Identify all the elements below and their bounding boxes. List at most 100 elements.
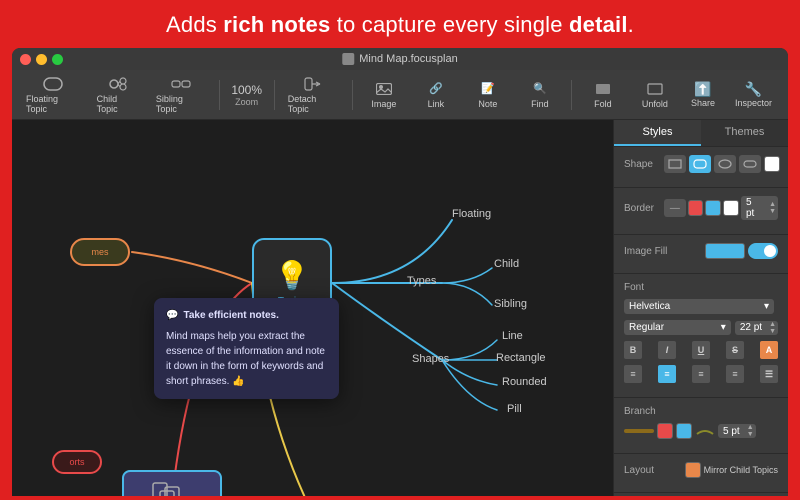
title-bar: Mind Map.focusplan bbox=[12, 48, 788, 70]
branch-line-style[interactable] bbox=[624, 429, 654, 433]
shape-row: Shape bbox=[624, 155, 778, 173]
shape-rounded-btn[interactable] bbox=[689, 155, 711, 173]
rectangle-label: Rectangle bbox=[496, 352, 546, 364]
pill-label: Pill bbox=[507, 403, 522, 415]
rounded-shapes-label: Rounded bbox=[502, 376, 547, 388]
inspector-button[interactable]: 🔧 Inspector bbox=[727, 78, 780, 111]
image-fill-section: Image Fill bbox=[614, 235, 788, 274]
shape-rect-btn[interactable] bbox=[664, 155, 686, 173]
font-style-row: Regular ▾ 22 pt ▲ ▼ bbox=[624, 320, 778, 335]
toolbar: Floating Topic Child Topic bbox=[12, 70, 788, 120]
shape-circle-btn[interactable] bbox=[714, 155, 736, 173]
share-button[interactable]: ⬆️ Share bbox=[683, 78, 723, 111]
zoom-button[interactable]: 100% Zoom bbox=[227, 80, 267, 110]
mindmap-canvas[interactable]: mes 💡 Topics Floating Types Child Siblin… bbox=[12, 120, 613, 496]
border-color-swatch[interactable] bbox=[688, 200, 704, 216]
branch-up[interactable]: ▲ bbox=[745, 424, 756, 431]
branch-controls-row: 5 pt ▲ ▼ bbox=[624, 423, 778, 439]
italic-button[interactable]: I bbox=[658, 341, 676, 359]
font-size-down[interactable]: ▼ bbox=[767, 328, 778, 335]
traffic-lights bbox=[20, 54, 63, 65]
child-topic-button[interactable]: Child Topic bbox=[91, 73, 146, 117]
header-banner: Adds rich notes to capture every single … bbox=[0, 0, 800, 48]
branch-color-red[interactable] bbox=[657, 423, 673, 439]
strikethrough-button[interactable]: S bbox=[726, 341, 744, 359]
types-label: Types bbox=[407, 275, 436, 287]
font-label-row: Font bbox=[624, 282, 778, 293]
branch-size-stepper[interactable]: 5 pt ▲ ▼ bbox=[718, 424, 756, 438]
find-button[interactable]: 🔍 Find bbox=[516, 78, 564, 112]
branch-size-arrows: ▲ ▼ bbox=[745, 424, 756, 438]
image-fill-label: Image Fill bbox=[624, 246, 667, 257]
underline-button[interactable]: U bbox=[692, 341, 710, 359]
border-controls: — 5 pt ▲ ▼ bbox=[664, 196, 778, 220]
link-icon: 🔗 bbox=[426, 81, 446, 97]
font-label: Font bbox=[624, 282, 664, 293]
border-section: Border — 5 pt ▲ ▼ bbox=[614, 188, 788, 235]
branch-down[interactable]: ▼ bbox=[745, 431, 756, 438]
font-size-stepper[interactable]: 22 pt ▲ ▼ bbox=[735, 321, 778, 335]
align-justify-button[interactable]: ≡ bbox=[726, 365, 744, 383]
image-fill-toggle[interactable] bbox=[748, 243, 778, 259]
note-popup: 💬 Take efficient notes. Mind maps help y… bbox=[154, 298, 339, 399]
note-button[interactable]: 📝 Note bbox=[464, 78, 512, 112]
layout-label: Layout bbox=[624, 465, 664, 476]
note-icon: 📝 bbox=[478, 81, 498, 97]
close-button[interactable] bbox=[20, 54, 31, 65]
branch-label-row: Branch bbox=[624, 406, 778, 417]
sibling-topic-button[interactable]: Sibling Topic bbox=[150, 73, 212, 117]
inspector-panel: Styles Themes Shape bbox=[613, 120, 788, 496]
shape-section: Shape bbox=[614, 147, 788, 188]
stepper-arrows: ▲ ▼ bbox=[767, 201, 778, 215]
tab-themes[interactable]: Themes bbox=[701, 120, 788, 146]
layout-controls: Mirror Child Topics bbox=[685, 462, 778, 478]
image-button[interactable]: Image bbox=[360, 78, 408, 112]
tab-styles[interactable]: Styles bbox=[614, 120, 701, 146]
stepper-down[interactable]: ▼ bbox=[767, 208, 778, 215]
stepper-up[interactable]: ▲ bbox=[767, 201, 778, 208]
font-family-dropdown[interactable]: Helvetica ▾ bbox=[624, 299, 774, 314]
border-row: Border — 5 pt ▲ ▼ bbox=[624, 196, 778, 220]
font-size-up[interactable]: ▲ bbox=[767, 321, 778, 328]
canvas-color-section: Canvas Color bbox=[614, 493, 788, 496]
maximize-button[interactable] bbox=[52, 54, 63, 65]
border-minus-btn[interactable]: — bbox=[664, 199, 686, 217]
shape-pill-btn[interactable] bbox=[739, 155, 761, 173]
sibling-topic-icon bbox=[171, 76, 191, 92]
floating-topic-icon bbox=[43, 76, 63, 92]
branch-label: Branch bbox=[624, 406, 664, 417]
search-icon: 🔍 bbox=[530, 81, 550, 97]
border-color-swatch-blue[interactable] bbox=[705, 200, 721, 216]
focusplan-node[interactable]: Focusplan bbox=[122, 470, 222, 496]
branch-color-blue[interactable] bbox=[676, 423, 692, 439]
floating-label: Floating bbox=[452, 208, 491, 220]
child-label: Child bbox=[494, 258, 519, 270]
shape-color-swatch[interactable] bbox=[764, 156, 780, 172]
font-color-button[interactable]: A bbox=[760, 341, 778, 359]
header-text-bold2: detail bbox=[569, 12, 628, 37]
align-right-button[interactable]: ≡ bbox=[692, 365, 710, 383]
image-fill-swatch[interactable] bbox=[705, 243, 745, 259]
link-button[interactable]: 🔗 Link bbox=[412, 78, 460, 112]
align-left-button[interactable]: ≡ bbox=[624, 365, 642, 383]
minimize-button[interactable] bbox=[36, 54, 47, 65]
list-button[interactable]: ☰ bbox=[760, 365, 778, 383]
align-center-button[interactable]: ≡ bbox=[658, 365, 676, 383]
partial-node-mes: mes bbox=[70, 238, 130, 266]
fold-button[interactable]: Fold bbox=[579, 78, 627, 112]
child-topic-icon bbox=[108, 76, 128, 92]
border-color-white[interactable] bbox=[723, 200, 739, 216]
unfold-button[interactable]: Unfold bbox=[631, 78, 679, 112]
font-style-dropdown[interactable]: Regular ▾ bbox=[624, 320, 731, 335]
layout-color[interactable] bbox=[685, 462, 701, 478]
toolbar-sep-1 bbox=[219, 80, 220, 110]
detach-topic-icon bbox=[303, 76, 323, 92]
bold-button[interactable]: B bbox=[624, 341, 642, 359]
detach-topic-button[interactable]: Detach Topic bbox=[282, 73, 345, 117]
inspector-icon: 🔧 bbox=[745, 81, 762, 98]
floating-topic-button[interactable]: Floating Topic bbox=[20, 73, 87, 117]
sibling-label: Sibling bbox=[494, 298, 527, 310]
share-icon: ⬆️ bbox=[694, 81, 711, 98]
file-icon bbox=[342, 53, 354, 65]
border-size-stepper[interactable]: 5 pt ▲ ▼ bbox=[741, 196, 778, 220]
